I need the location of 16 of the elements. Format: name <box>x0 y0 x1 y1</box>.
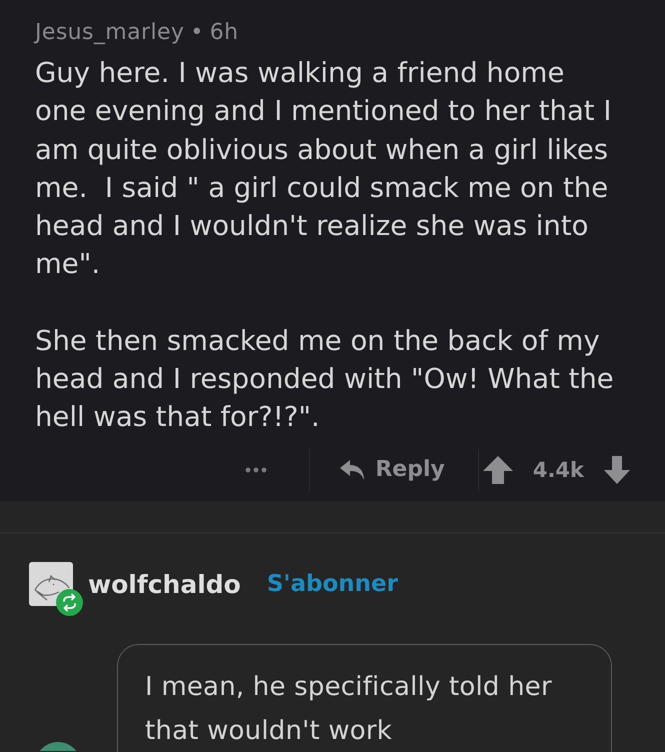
reply-button[interactable]: Reply <box>310 450 478 490</box>
comment-paragraph: Guy here. I was walking a friend home one evening and I mentioned to her that I am quite oblivious about when a girl likes me. I said " a girl could smack me on the head and I wouldn't realize she was into me". <box>35 56 612 282</box>
follow-link[interactable]: S'abonner <box>266 571 398 597</box>
message-text: I mean, he specifically told her that wouldn't work <box>145 671 553 748</box>
more-icon[interactable] <box>245 466 268 473</box>
down-arrow-icon <box>604 456 630 484</box>
separator-dot: • <box>190 20 204 46</box>
upvote-button[interactable] <box>482 456 513 484</box>
downvote-button[interactable] <box>604 456 630 484</box>
vote-score: 4.4k <box>532 458 584 482</box>
username[interactable]: Jesus_marley <box>35 20 184 46</box>
up-arrow-icon <box>482 456 513 484</box>
refresh-badge-icon <box>56 589 83 616</box>
username[interactable]: wolfchaldo <box>88 570 241 598</box>
post-age: 6h <box>210 20 238 46</box>
comment-paragraph: She then smacked me on the back of my head and I responded with "Ow! What the hell was that for?!?". <box>35 324 615 436</box>
